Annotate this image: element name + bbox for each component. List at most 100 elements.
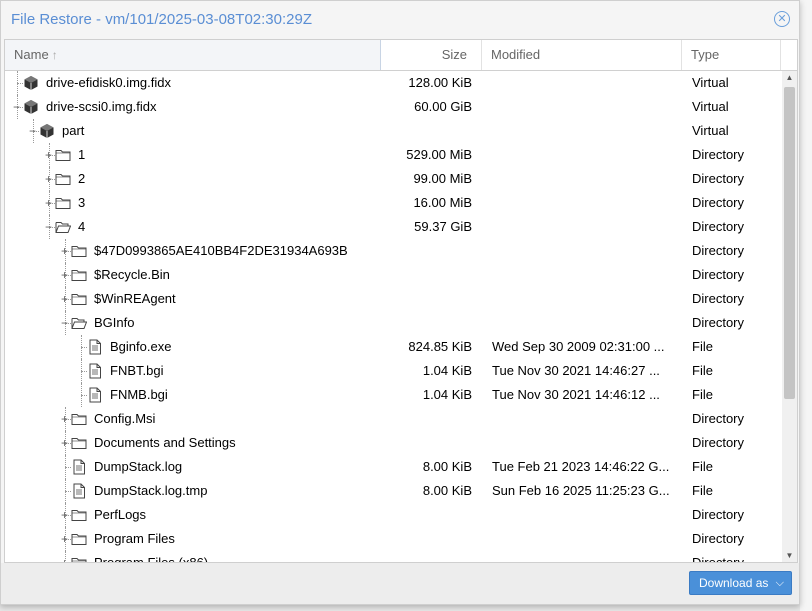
tree-row[interactable]: −4 59.37 GiB Directory — [5, 215, 781, 239]
expand-icon[interactable]: + — [61, 287, 68, 311]
tree-row-modified: Sun Feb 16 2025 11:25:23 G... — [492, 483, 670, 498]
expand-icon[interactable]: + — [61, 503, 68, 527]
tree-row-name-cell: FNMB.bgi — [5, 383, 381, 407]
expand-icon[interactable]: + — [45, 143, 52, 167]
tree-row[interactable]: FNMB.bgi 1.04 KiB Tue Nov 30 2021 14:46:12… — [5, 383, 781, 407]
scroll-up-arrow-icon[interactable]: ▲ — [782, 71, 797, 85]
tree-row-name-cell: + Program Files (x86) — [5, 551, 381, 563]
tree-row-size: 99.00 MiB — [413, 171, 472, 186]
tree-row-name-cell: DumpStack.log.tmp — [5, 479, 381, 503]
tree-row[interactable]: + Documents and Settings Directory — [5, 431, 781, 455]
column-header-type[interactable]: Type — [682, 40, 781, 70]
tree-row[interactable]: + PerfLogs Directory — [5, 503, 781, 527]
expand-icon[interactable]: + — [61, 431, 68, 455]
tree-row[interactable]: + Program Files Directory — [5, 527, 781, 551]
tree-row-name: part — [62, 123, 85, 138]
tree-row-name-cell: − BGInfo — [5, 311, 381, 335]
folder-icon — [71, 411, 87, 427]
folder-icon — [71, 507, 87, 523]
folder-icon — [71, 435, 87, 451]
tree-row-type: Directory — [692, 531, 745, 546]
tree-row-size: 8.00 KiB — [422, 459, 472, 474]
file-icon — [87, 339, 103, 355]
collapse-icon[interactable]: − — [13, 95, 20, 119]
expand-icon[interactable]: + — [61, 263, 68, 287]
tree-row-name-cell: +1 — [5, 143, 381, 167]
tree-row-modified: Tue Nov 30 2021 14:46:27 ... — [492, 363, 660, 378]
tree-row[interactable]: + $WinREAgent Directory — [5, 287, 781, 311]
scroll-thumb[interactable] — [784, 87, 795, 399]
dialog-title: File Restore - vm/101/2025-03-08T02:30:2… — [11, 11, 312, 28]
expand-icon[interactable]: + — [61, 407, 68, 431]
tree-row-name-cell: FNBT.bgi — [5, 359, 381, 383]
collapse-icon[interactable]: − — [29, 119, 36, 143]
expand-icon[interactable]: + — [45, 191, 52, 215]
tree-row-name: $Recycle.Bin — [94, 267, 170, 282]
tree-row[interactable]: +2 99.00 MiB Directory — [5, 167, 781, 191]
folder-icon — [71, 267, 87, 283]
collapse-icon[interactable]: − — [61, 311, 68, 335]
tree-row[interactable]: +3 16.00 MiB Directory — [5, 191, 781, 215]
tree-row-name-cell: +3 — [5, 191, 381, 215]
tree-row-size: 1.04 KiB — [422, 387, 472, 402]
tree-row[interactable]: Bginfo.exe 824.85 KiB Wed Sep 30 2009 02:3… — [5, 335, 781, 359]
tree-row[interactable]: − BGInfo Directory — [5, 311, 781, 335]
tree-row-type: Directory — [692, 507, 745, 522]
tree-row[interactable]: drive-efidisk0.img.fidx 128.00 KiB Virtual — [5, 71, 781, 95]
tree-row-name-cell: + PerfLogs — [5, 503, 381, 527]
folder-icon — [55, 147, 71, 163]
column-header-size[interactable]: Size — [381, 40, 482, 70]
tree-row-size: 128.00 KiB — [408, 75, 472, 90]
tree-row-type: File — [692, 339, 713, 354]
download-as-label: Download as — [699, 576, 769, 590]
tree-row-name: drive-scsi0.img.fidx — [46, 99, 157, 114]
tree-row[interactable]: − part Virtual — [5, 119, 781, 143]
tree-row-type: Directory — [692, 555, 745, 563]
tree-row[interactable]: + Config.Msi Directory — [5, 407, 781, 431]
file-icon — [87, 363, 103, 379]
tree-row-size: 16.00 MiB — [413, 195, 472, 210]
expand-icon[interactable]: + — [61, 527, 68, 551]
collapse-icon[interactable]: − — [45, 215, 52, 239]
download-as-button[interactable]: Download as ⌵ — [689, 571, 792, 595]
tree-row-type: Directory — [692, 219, 745, 234]
tree-row-size: 1.04 KiB — [422, 363, 472, 378]
tree-row[interactable]: DumpStack.log 8.00 KiB Tue Feb 21 2023 14:… — [5, 455, 781, 479]
tree-row-name: PerfLogs — [94, 507, 147, 522]
tree-row-name: Program Files (x86) — [94, 555, 209, 563]
tree-row[interactable]: + Program Files (x86) Directory — [5, 551, 781, 563]
file-restore-dialog: File Restore - vm/101/2025-03-08T02:30:2… — [0, 0, 800, 605]
tree-row[interactable]: − drive-scsi0.img.fidx 60.00 GiB Virtual — [5, 95, 781, 119]
tree-row-size: 824.85 KiB — [408, 339, 472, 354]
folder-open-icon — [55, 219, 72, 235]
cube-icon — [39, 123, 55, 139]
tree-row[interactable]: + $47D0993865AE410BB4F2DE31934A693B Direct… — [5, 239, 781, 263]
tree-row-type: File — [692, 483, 713, 498]
tree-row-type: File — [692, 363, 713, 378]
tree-row-name: Program Files — [94, 531, 175, 546]
tree-row-type: Virtual — [692, 123, 729, 138]
tree-row-name: FNMB.bgi — [110, 387, 168, 402]
expand-icon[interactable]: + — [61, 551, 68, 562]
tree-row-modified: Wed Sep 30 2009 02:31:00 ... — [492, 339, 665, 354]
close-icon[interactable]: ✕ — [774, 11, 790, 27]
tree-row[interactable]: + $Recycle.Bin Directory — [5, 263, 781, 287]
tree-row-type: Virtual — [692, 99, 729, 114]
column-header-modified[interactable]: Modified — [482, 40, 682, 70]
tree-row-type: Directory — [692, 435, 745, 450]
tree-row-type: Directory — [692, 171, 745, 186]
expand-icon[interactable]: + — [61, 239, 68, 263]
tree-row[interactable]: DumpStack.log.tmp 8.00 KiB Sun Feb 16 2025… — [5, 479, 781, 503]
expand-icon[interactable]: + — [45, 167, 52, 191]
tree-row-name-cell: + $47D0993865AE410BB4F2DE31934A693B — [5, 239, 381, 263]
scroll-down-arrow-icon[interactable]: ▼ — [782, 549, 797, 562]
folder-icon — [71, 531, 87, 547]
folder-icon — [71, 291, 87, 307]
column-header-name[interactable]: Name ↑ — [5, 40, 381, 70]
tree-row-type: Directory — [692, 267, 745, 282]
tree-row[interactable]: FNBT.bgi 1.04 KiB Tue Nov 30 2021 14:46:27… — [5, 359, 781, 383]
file-tree-grid: Name ↑ Size Modified Type drive-efidisk0.… — [4, 39, 798, 563]
tree-row-type: Directory — [692, 195, 745, 210]
tree-row[interactable]: +1 529.00 MiB Directory — [5, 143, 781, 167]
vertical-scrollbar[interactable]: ▲ ▼ — [782, 71, 797, 562]
